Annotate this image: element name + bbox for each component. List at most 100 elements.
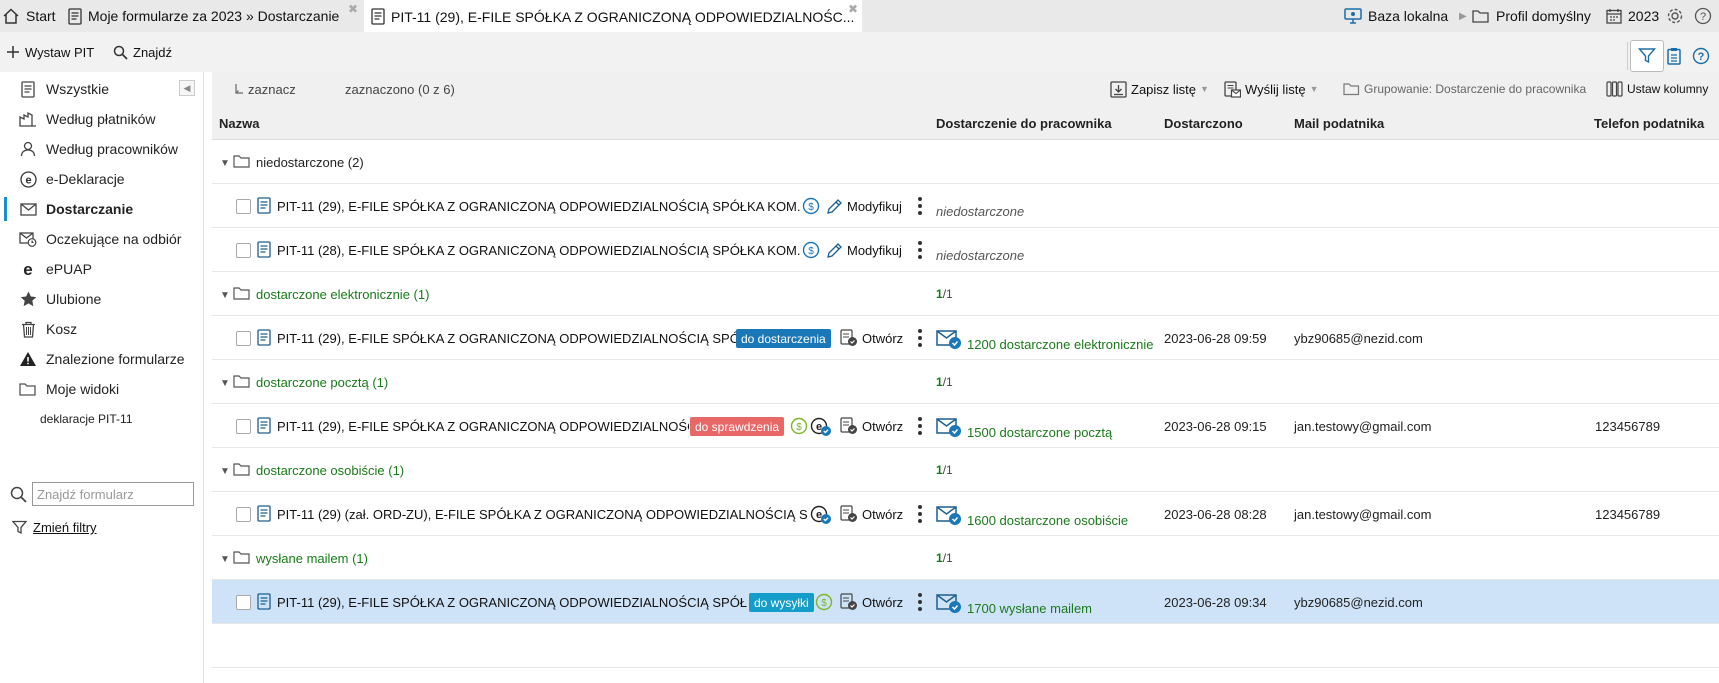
- sidebar-item-delivery[interactable]: Dostarczanie: [0, 194, 200, 224]
- sidebar-item-by-employees[interactable]: Według pracowników: [0, 134, 200, 164]
- collapse-triangle-icon[interactable]: ▼: [220, 554, 230, 565]
- sidebar-item-e-declarations[interactable]: e e-Deklaracje: [0, 164, 200, 194]
- column-header-row: Nazwa Dostarczenie do pracownika Dostarc…: [212, 106, 1719, 140]
- collapse-triangle-icon[interactable]: ▼: [220, 378, 230, 389]
- folder-open-icon: [233, 374, 251, 389]
- sidebar-item-all[interactable]: Wszystkie: [0, 74, 200, 104]
- more-options-icon[interactable]: [916, 239, 924, 261]
- payment-green-icon: $: [790, 417, 808, 435]
- columns-icon: [1606, 81, 1623, 97]
- table-row[interactable]: PIT-11 (29), E-FILE SPÓŁKA Z OGRANICZONĄ…: [212, 404, 1719, 448]
- folder-open-icon: [233, 286, 251, 301]
- group-count: 1/1: [936, 272, 953, 316]
- save-list-button[interactable]: Zapisz listę ▼: [1110, 72, 1209, 106]
- tab-document[interactable]: PIT-11 (29), E-FILE SPÓŁKA Z OGRANICZONĄ…: [364, 0, 862, 33]
- document-name[interactable]: PIT-11 (29) (zał. ORD-ZU), E-FILE SPÓŁKA…: [277, 492, 808, 536]
- modify-button[interactable]: Modyfikuj: [826, 228, 902, 272]
- open-button[interactable]: Otwórz: [862, 404, 903, 448]
- row-checkbox[interactable]: [236, 419, 251, 434]
- row-checkbox[interactable]: [236, 199, 251, 214]
- collapse-triangle-icon[interactable]: ▼: [220, 158, 230, 169]
- change-filters-link[interactable]: Zmień filtry: [12, 520, 97, 535]
- group-count: 1/1: [936, 360, 953, 404]
- group-header[interactable]: ▼ wysłane mailem (1) 1/1: [212, 536, 1719, 580]
- open-button[interactable]: Otwórz: [862, 316, 903, 360]
- delivery-status: niedostarczone: [936, 203, 1025, 219]
- column-header-delivered[interactable]: Dostarczono: [1164, 106, 1243, 140]
- row-checkbox[interactable]: [236, 243, 251, 258]
- delivered-date: 2023-06-28 08:28: [1164, 506, 1267, 522]
- more-options-icon[interactable]: [916, 327, 924, 349]
- sidebar-item-label: ePUAP: [46, 261, 92, 277]
- column-header-name[interactable]: Nazwa: [219, 106, 259, 140]
- collapse-triangle-icon[interactable]: ▼: [220, 466, 230, 477]
- help-icon[interactable]: ?: [1694, 0, 1712, 32]
- group-header[interactable]: ▼ dostarczone elektronicznie (1) 1/1: [212, 272, 1719, 316]
- profile-selector[interactable]: Profil domyślny: [1472, 0, 1591, 32]
- help-circle-icon[interactable]: ?: [1689, 40, 1713, 72]
- column-header-phone[interactable]: Telefon podatnika: [1594, 106, 1704, 140]
- sidebar-item-favorites[interactable]: Ulubione: [0, 284, 200, 314]
- document-name[interactable]: PIT-11 (29), E-FILE SPÓŁKA Z OGRANICZONĄ…: [277, 580, 756, 624]
- sidebar-item-my-views[interactable]: Moje widoki: [0, 374, 200, 404]
- warning-icon: [16, 351, 40, 367]
- group-header[interactable]: ▼ dostarczone pocztą (1) 1/1: [212, 360, 1719, 404]
- sidebar-item-by-payers[interactable]: Według płatników: [0, 104, 200, 134]
- row-checkbox[interactable]: [236, 595, 251, 610]
- chevron-down-icon: ▼: [1200, 84, 1209, 94]
- column-header-delivery[interactable]: Dostarczenie do pracownika: [936, 106, 1112, 140]
- sidebar-item-awaiting-pickup[interactable]: Oczekujące na odbiór: [0, 224, 200, 254]
- row-checkbox[interactable]: [236, 507, 251, 522]
- issue-pit-button[interactable]: Wystaw PIT: [6, 32, 94, 72]
- document-name[interactable]: PIT-11 (29), E-FILE SPÓŁKA Z OGRANICZONĄ…: [277, 316, 744, 360]
- total-count: /1: [942, 287, 953, 301]
- document-name[interactable]: PIT-11 (29), E-FILE SPÓŁKA Z OGRANICZONĄ…: [277, 404, 689, 448]
- gear-icon[interactable]: [1666, 0, 1684, 32]
- more-options-icon[interactable]: [916, 415, 924, 437]
- sidebar-item-label: Wszystkie: [46, 81, 109, 97]
- row-checkbox[interactable]: [236, 331, 251, 346]
- document-name[interactable]: PIT-11 (29), E-FILE SPÓŁKA Z OGRANICZONĄ…: [277, 184, 813, 228]
- table-row[interactable]: PIT-11 (29), E-FILE SPÓŁKA Z OGRANICZONĄ…: [212, 580, 1719, 624]
- column-header-mail[interactable]: Mail podatnika: [1294, 106, 1384, 140]
- delivery-status: niedostarczone: [936, 247, 1025, 263]
- close-tab-icon[interactable]: ✖: [348, 2, 358, 16]
- set-columns-button[interactable]: Ustaw kolumny: [1606, 72, 1708, 106]
- folder-open-icon: [233, 550, 251, 565]
- document-name[interactable]: PIT-11 (28), E-FILE SPÓŁKA Z OGRANICZONĄ…: [277, 228, 813, 272]
- send-list-button[interactable]: Wyślij listę ▼: [1224, 72, 1318, 106]
- sidebar-item-epuap[interactable]: e ePUAP: [0, 254, 200, 284]
- grouping-label: Grupowanie: Dostarczenie do pracownika: [1364, 82, 1587, 96]
- open-button[interactable]: Otwórz: [862, 580, 903, 624]
- sidebar-subitem-pit11[interactable]: deklaracje PIT-11: [40, 412, 133, 426]
- more-options-icon[interactable]: [916, 195, 924, 217]
- clipboard-icon[interactable]: [1662, 40, 1686, 72]
- sidebar-item-found-forms[interactable]: Znalezione formularze: [0, 344, 200, 374]
- group-header[interactable]: ▼ dostarczone osobiście (1) 1/1: [212, 448, 1719, 492]
- table-row[interactable]: PIT-11 (29) (zał. ORD-ZU), E-FILE SPÓŁKA…: [212, 492, 1719, 536]
- document-icon: [16, 80, 40, 98]
- svg-text:?: ?: [1698, 51, 1705, 63]
- close-tab-icon[interactable]: ✖: [848, 2, 858, 16]
- select-button[interactable]: zaznacz: [234, 72, 296, 106]
- open-button[interactable]: Otwórz: [862, 492, 903, 536]
- group-header[interactable]: ▼ niedostarczone (2): [212, 140, 1719, 184]
- more-options-icon[interactable]: [916, 591, 924, 613]
- table-row[interactable]: PIT-11 (29), E-FILE SPÓŁKA Z OGRANICZONĄ…: [212, 316, 1719, 360]
- tab-start-label: Start: [26, 8, 56, 24]
- sidebar-item-label: Według pracowników: [46, 141, 179, 157]
- collapse-triangle-icon[interactable]: ▼: [220, 290, 230, 301]
- tab-forms[interactable]: Moje formularze za 2023 » Dostarczanie ✖: [60, 0, 362, 32]
- tab-start[interactable]: Start: [0, 0, 56, 32]
- grouping-button[interactable]: Grupowanie: Dostarczenie do pracownika: [1343, 72, 1586, 106]
- modify-button[interactable]: Modyfikuj: [826, 184, 902, 228]
- sidebar-item-trash[interactable]: Kosz: [0, 314, 200, 344]
- table-row[interactable]: PIT-11 (29), E-FILE SPÓŁKA Z OGRANICZONĄ…: [212, 184, 1719, 228]
- form-search-input[interactable]: [32, 482, 194, 506]
- more-options-icon[interactable]: [916, 503, 924, 525]
- table-row[interactable]: PIT-11 (28), E-FILE SPÓŁKA Z OGRANICZONĄ…: [212, 228, 1719, 272]
- year-selector[interactable]: 2023: [1606, 0, 1659, 32]
- database-selector[interactable]: Baza lokalna: [1344, 0, 1448, 32]
- find-button[interactable]: Znajdź: [113, 32, 172, 72]
- filter-toggle-button[interactable]: [1630, 40, 1664, 72]
